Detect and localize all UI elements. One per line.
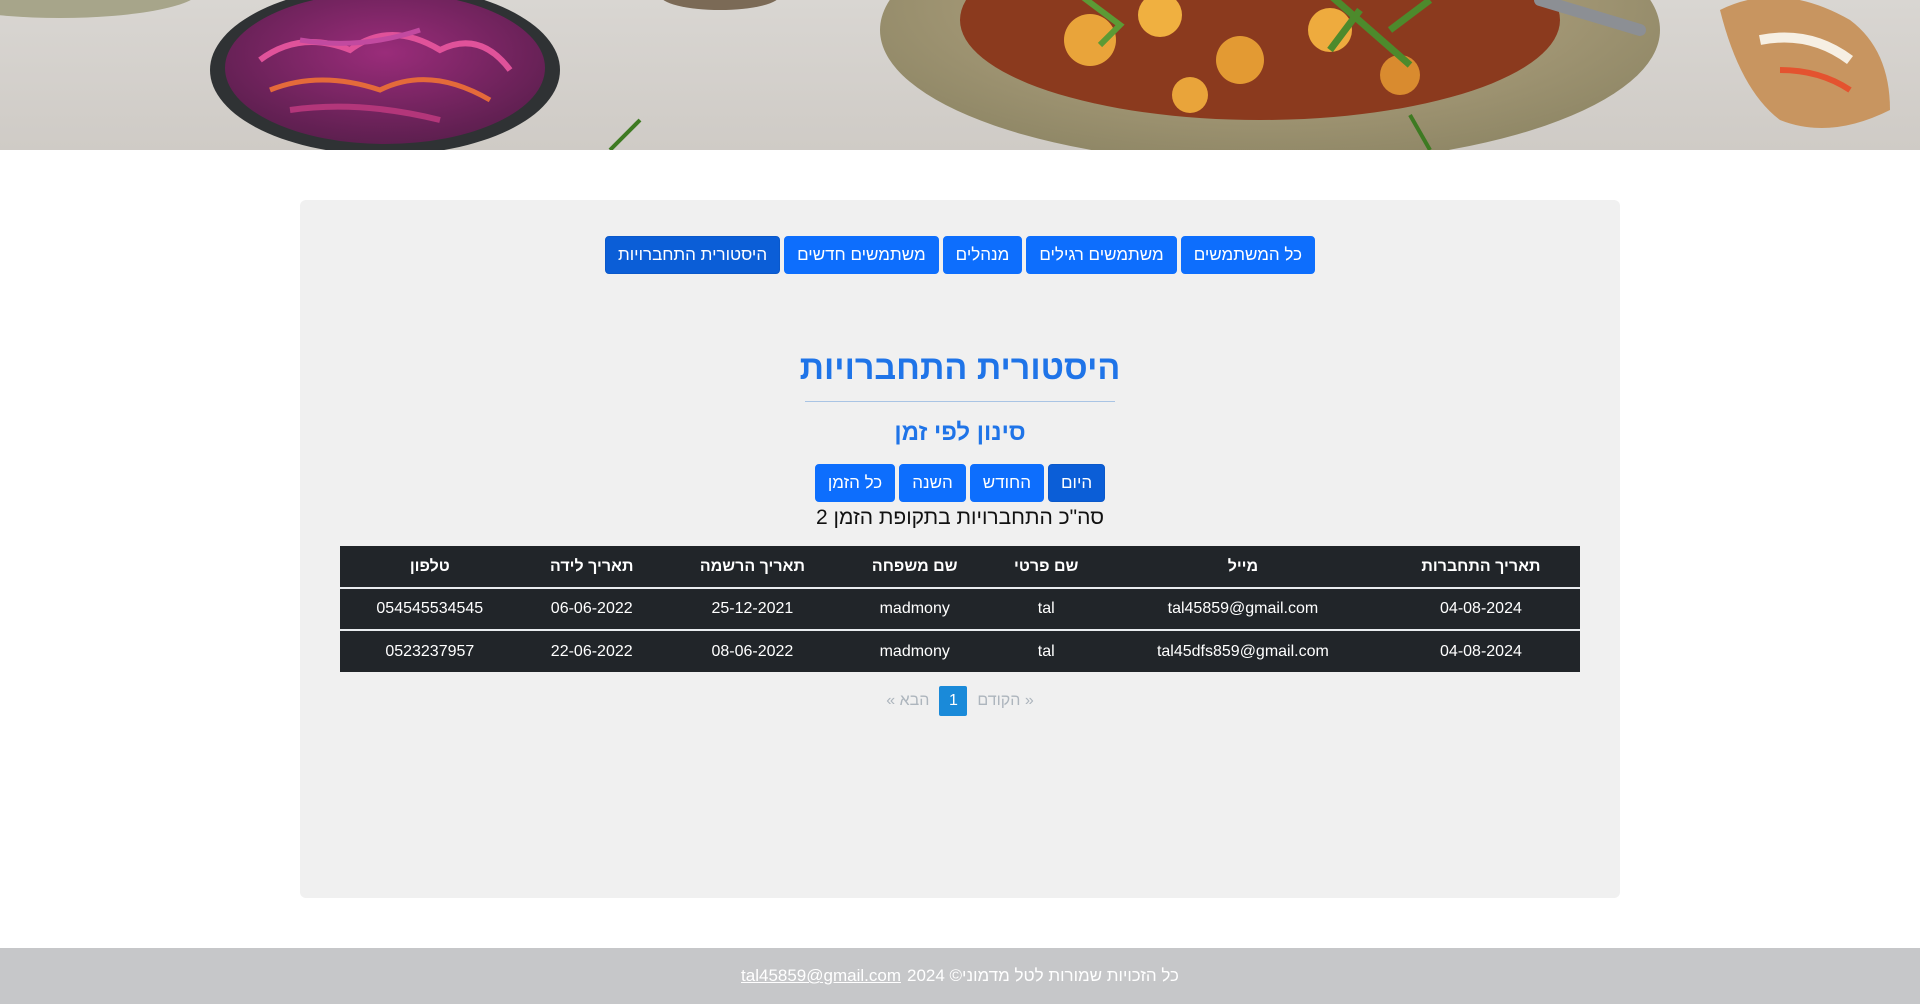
cell-last-name: madmony: [840, 588, 989, 630]
footer: כל הזכויות שמורות לטל מדמוני© 2024 tal45…: [0, 948, 1920, 1004]
header-phone[interactable]: טלפון: [340, 546, 520, 588]
admin-nav: כל המשתמשים משתמשים רגילים מנהלים משתמשי…: [300, 236, 1620, 274]
table-header-row: תאריך התחברות מייל שם פרטי שם משפחה תארי…: [340, 546, 1580, 588]
filter-title: סינון לפי זמן: [894, 419, 1026, 446]
footer-copyright: כל הזכויות שמורות לטל מדמוני© 2024: [906, 966, 1179, 985]
hero-food-image: [0, 0, 1890, 150]
cell-birth-date: 22-06-2022: [519, 630, 664, 672]
main-panel: כל המשתמשים משתמשים רגילים מנהלים משתמשי…: [300, 200, 1620, 898]
nav-login-history-button[interactable]: היסטורית התחברויות: [605, 236, 781, 274]
cell-phone: 054545534545: [340, 588, 520, 630]
filter-today-button[interactable]: היום: [1048, 464, 1106, 502]
cell-email: tal45859@gmail.com: [1103, 588, 1382, 630]
header-birth-date[interactable]: תאריך לידה: [519, 546, 664, 588]
cell-phone: 0523237957: [340, 630, 520, 672]
cell-birth-date: 06-06-2022: [519, 588, 664, 630]
pagination-next[interactable]: הבא »: [886, 692, 929, 710]
pagination-prev[interactable]: « הקודם: [977, 692, 1033, 710]
header-last-name[interactable]: שם משפחה: [840, 546, 989, 588]
table-row: 04-08-2024 tal45859@gmail.com tal madmon…: [340, 588, 1580, 630]
cell-first-name: tal: [988, 630, 1104, 672]
filter-all-time-button[interactable]: כל הזמן: [814, 464, 896, 502]
footer-email-link[interactable]: tal45859@gmail.com: [741, 966, 901, 986]
cell-login-date: 04-08-2024: [1381, 630, 1580, 672]
nav-regular-users-button[interactable]: משתמשים רגילים: [1026, 236, 1177, 274]
header-login-date[interactable]: תאריך התחברות: [1381, 546, 1580, 588]
cell-email: tal45dfs859@gmail.com: [1103, 630, 1382, 672]
nav-admins-button[interactable]: מנהלים: [942, 236, 1023, 274]
filter-year-button[interactable]: השנה: [899, 464, 966, 502]
nav-all-users-button[interactable]: כל המשתמשים: [1180, 236, 1315, 274]
cell-login-date: 04-08-2024: [1381, 588, 1580, 630]
nav-new-users-button[interactable]: משתמשים חדשים: [784, 236, 939, 274]
login-history-table: תאריך התחברות מייל שם פרטי שם משפחה תארי…: [340, 546, 1580, 672]
cell-registration-date: 25-12-2021: [663, 588, 841, 630]
title-divider: [805, 401, 1115, 402]
filter-month-button[interactable]: החודש: [969, 464, 1044, 502]
header-first-name[interactable]: שם פרטי: [988, 546, 1104, 588]
pagination: « הקודם 1 הבא »: [300, 686, 1620, 716]
cell-last-name: madmony: [840, 630, 989, 672]
cell-first-name: tal: [988, 588, 1104, 630]
hero-banner: [0, 0, 1920, 150]
header-email[interactable]: מייל: [1103, 546, 1382, 588]
table-row: 04-08-2024 tal45dfs859@gmail.com tal mad…: [340, 630, 1580, 672]
page-title: היסטורית התחברויות: [799, 349, 1121, 387]
header-registration-date[interactable]: תאריך הרשמה: [663, 546, 841, 588]
total-logins-label: סה"כ התחברויות בתקופת הזמן 2: [815, 506, 1105, 529]
cell-registration-date: 08-06-2022: [663, 630, 841, 672]
time-filter-group: היום החודש השנה כל הזמן: [300, 464, 1620, 502]
pagination-current-page[interactable]: 1: [939, 686, 968, 716]
